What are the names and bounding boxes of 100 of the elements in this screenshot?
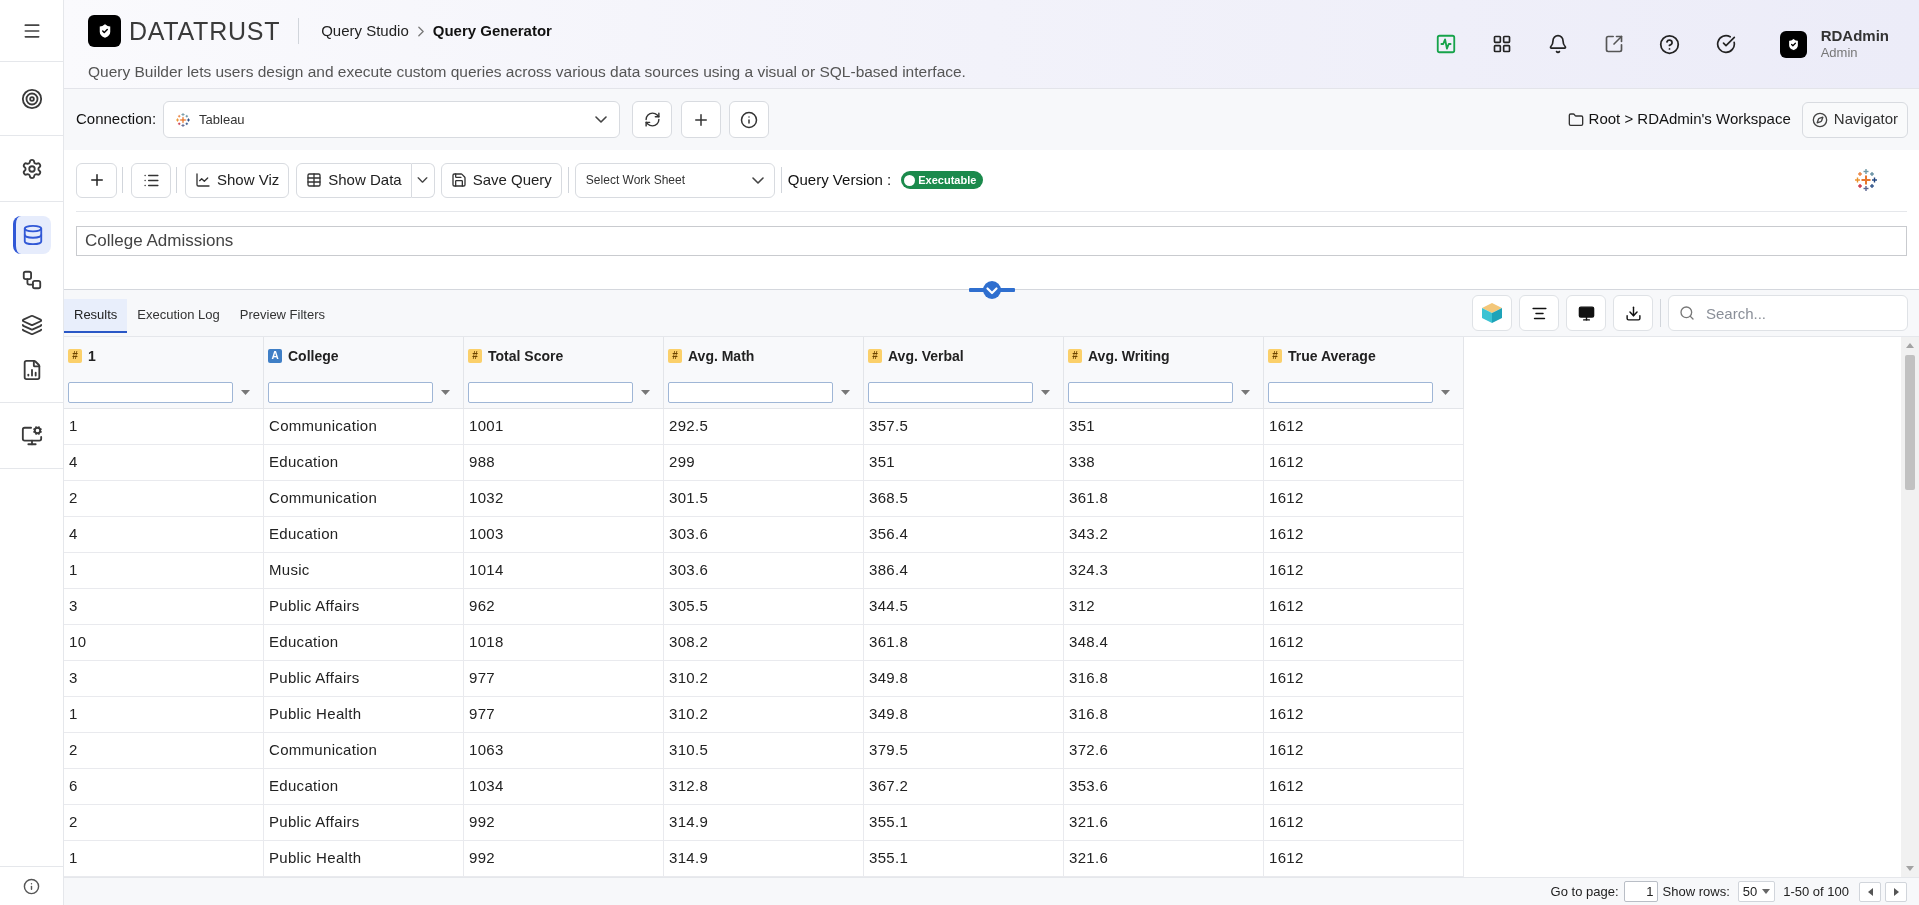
bell-icon <box>1547 34 1568 54</box>
column-filter-field[interactable] <box>468 382 633 403</box>
column-title: Total Score <box>488 346 564 366</box>
scrollbar-drawing[interactable] <box>1901 337 1919 877</box>
type-indicator: # <box>468 349 482 363</box>
table-cell: 351 <box>864 445 1064 481</box>
table-cell: 338 <box>1064 445 1264 481</box>
results-tab[interactable]: Execution Log <box>127 299 230 333</box>
results-tab[interactable]: Preview Filters <box>229 299 335 333</box>
rows-per-page-select[interactable]: 50 <box>1737 881 1776 902</box>
table-cell: 1612 <box>1264 769 1464 805</box>
help-icon <box>1659 33 1681 55</box>
column-title: Avg. Verbal <box>888 346 964 366</box>
type-indicator: A <box>268 349 282 363</box>
column-title: 1 <box>88 346 96 366</box>
table-cell: 1003 <box>464 517 664 553</box>
query-version-label: Query Version : <box>787 169 892 190</box>
table-cell: 308.2 <box>664 625 864 661</box>
table-cell: 1063 <box>464 733 664 769</box>
breadcrumb-current: Query Generator <box>432 20 552 41</box>
table-cell: 351 <box>1064 409 1264 445</box>
column-filter-field[interactable] <box>268 382 433 403</box>
shield-logo-icon <box>88 15 121 47</box>
table-cell: Communication <box>264 481 464 517</box>
chevron-down-icon <box>417 177 429 183</box>
table-cell: Education <box>264 445 464 481</box>
page-number-field[interactable]: 1 <box>1623 881 1658 902</box>
table-cell: 343.2 <box>1064 517 1264 553</box>
table-cell: 349.8 <box>864 661 1064 697</box>
results-tab[interactable]: Results <box>64 299 128 333</box>
table-cell: 2 <box>64 733 264 769</box>
table-cell: 1612 <box>1264 733 1464 769</box>
monitor-button[interactable] <box>1566 295 1606 331</box>
splitter-handle[interactable] <box>968 281 1015 299</box>
column-filter-field[interactable] <box>1268 382 1433 403</box>
table-cell: 1001 <box>464 409 664 445</box>
compass-icon <box>1811 111 1828 128</box>
table-cell: 314.9 <box>664 805 864 841</box>
query-editor[interactable]: College Admissions <box>76 226 1907 256</box>
cube-button[interactable] <box>1472 295 1512 331</box>
save-query-button[interactable]: Save Query <box>440 162 562 198</box>
connection-select[interactable]: Tableau <box>163 101 621 138</box>
chevron-down-icon <box>751 176 764 184</box>
table-cell: 4 <box>64 445 264 481</box>
page-range: 1-50 of 100 <box>1783 882 1849 901</box>
check-circle-icon <box>1715 34 1736 54</box>
type-indicator: # <box>1268 349 1282 363</box>
table-cell: 1612 <box>1264 589 1464 625</box>
connection-info-button[interactable] <box>729 101 770 138</box>
table-cell: 977 <box>464 697 664 733</box>
download-button[interactable] <box>1613 295 1653 331</box>
worksheet-select[interactable]: Select Work Sheet <box>574 162 775 198</box>
table-cell: 303.6 <box>664 517 864 553</box>
chevron-down-icon <box>595 116 608 123</box>
activity-icon <box>1434 33 1457 55</box>
list-button[interactable] <box>131 162 171 198</box>
column-filter-field[interactable] <box>1068 382 1233 403</box>
column-filter-field[interactable] <box>668 382 833 403</box>
navigator-button[interactable]: Navigator <box>1801 101 1908 138</box>
breadcrumb-link[interactable]: Query Studio <box>321 19 409 43</box>
column-filter-field[interactable] <box>868 382 1033 403</box>
table-cell: 1 <box>64 697 264 733</box>
table-cell: 361.8 <box>1064 481 1264 517</box>
caret-down-icon <box>1762 889 1771 894</box>
table-cell: 299 <box>664 445 864 481</box>
table-cell: 1018 <box>464 625 664 661</box>
table-cell: 301.5 <box>664 481 864 517</box>
table-cell: 316.8 <box>1064 661 1264 697</box>
table-cell: 1032 <box>464 481 664 517</box>
refresh-button[interactable] <box>632 101 673 138</box>
cube-icon <box>1482 303 1502 323</box>
search-field[interactable]: Search... <box>1668 295 1908 331</box>
add-button[interactable] <box>76 162 117 198</box>
type-indicator: # <box>868 349 882 363</box>
next-page-button[interactable] <box>1885 881 1907 902</box>
column-filter-field[interactable] <box>68 382 233 403</box>
caret-down-icon <box>1440 390 1450 395</box>
search-icon <box>1679 305 1695 321</box>
show-data-button[interactable]: Show Data <box>296 162 412 198</box>
flow-diagram-icon <box>20 268 43 291</box>
sidebar-item[interactable] <box>12 215 51 254</box>
table-cell: 349.8 <box>864 697 1064 733</box>
previous-page-button[interactable] <box>1859 881 1881 902</box>
table-cell: Music <box>264 553 464 589</box>
align-button[interactable] <box>1519 295 1559 331</box>
download-icon <box>1624 304 1642 322</box>
table-cell: 2 <box>64 805 264 841</box>
add-connection-button[interactable] <box>681 101 722 138</box>
table-cell: 1612 <box>1264 805 1464 841</box>
show-viz-button[interactable]: Show Viz <box>185 162 290 198</box>
caret-right-icon <box>1893 887 1899 896</box>
table-cell: 6 <box>64 769 264 805</box>
table-cell: 1612 <box>1264 661 1464 697</box>
table-cell: 962 <box>464 589 664 625</box>
table-cell: 1612 <box>1264 481 1464 517</box>
table-cell: 3 <box>64 589 264 625</box>
table-cell: 379.5 <box>864 733 1064 769</box>
show-data-menu-button[interactable] <box>411 162 435 198</box>
chevron-right-icon <box>417 25 424 37</box>
caret-down-icon <box>840 390 850 395</box>
